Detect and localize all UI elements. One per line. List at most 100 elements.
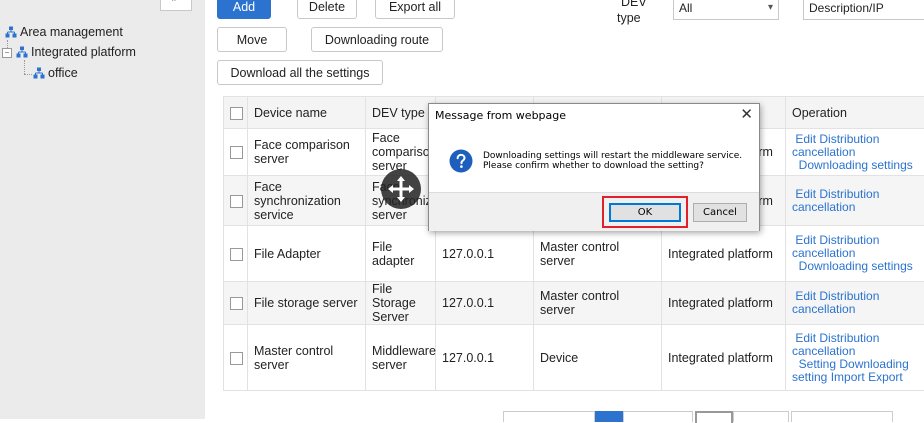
downloading-link[interactable]: Downloading bbox=[839, 357, 908, 371]
setting-link-2[interactable]: setting bbox=[792, 370, 827, 384]
tree-item-area-management[interactable]: Area management bbox=[5, 25, 123, 39]
area-cell: Integrated platform bbox=[662, 282, 786, 325]
row-checkbox[interactable] bbox=[230, 248, 243, 261]
cancellation-link[interactable]: cancellation bbox=[792, 145, 855, 159]
search-field-select[interactable]: Description/IP ▾ bbox=[803, 0, 924, 20]
add-button[interactable]: Add bbox=[217, 0, 271, 19]
dev-type-cell: File Storage Server bbox=[366, 282, 436, 325]
column-header-operation: Operation bbox=[786, 97, 924, 129]
sidebar: ⇤ Area management − Integrated platform … bbox=[0, 0, 205, 419]
tree-connector bbox=[24, 60, 25, 74]
export-all-button[interactable]: Export all bbox=[375, 0, 455, 19]
distribution-link[interactable]: Distribution bbox=[819, 233, 879, 247]
move-cursor-icon bbox=[380, 168, 422, 210]
cancellation-link[interactable]: cancellation bbox=[792, 344, 855, 358]
distribution-link[interactable]: Distribution bbox=[819, 331, 879, 345]
chevron-down-icon: ▾ bbox=[768, 2, 773, 13]
collapse-sidebar-button[interactable]: ⇤ bbox=[160, 0, 192, 11]
dialog-message-line2: Please confirm whether to download the s… bbox=[483, 161, 753, 171]
edit-link[interactable]: Edit bbox=[795, 331, 816, 345]
pagination-page-input[interactable] bbox=[695, 411, 733, 423]
downloading-settings-link[interactable]: Downloading settings bbox=[799, 158, 913, 172]
distribution-link[interactable]: Distribution bbox=[819, 289, 879, 303]
device-name-cell: File storage server bbox=[248, 282, 366, 325]
table-row: File Adapter File adapter 127.0.0.1 Mast… bbox=[224, 226, 924, 282]
dev-type-label: DEV bbox=[621, 0, 647, 9]
tree-expander-icon[interactable]: − bbox=[2, 48, 12, 58]
row-checkbox[interactable] bbox=[230, 297, 243, 310]
cancellation-link[interactable]: cancellation bbox=[792, 200, 855, 214]
search-field-value: Description/IP bbox=[809, 1, 884, 15]
downloading-settings-link[interactable]: Downloading settings bbox=[799, 259, 913, 273]
dialog-message: Downloading settings will restart the mi… bbox=[483, 151, 753, 171]
dev-type-value: All bbox=[679, 1, 692, 15]
dialog-body: Downloading settings will restart the mi… bbox=[429, 127, 759, 189]
operation-cell: Edit Distribution cancellation bbox=[786, 282, 924, 325]
parent-cell: Master control server bbox=[534, 282, 662, 325]
network-icon bbox=[33, 67, 45, 79]
import-link[interactable]: Import bbox=[831, 370, 865, 384]
device-name-cell: Master control server bbox=[248, 325, 366, 391]
row-checkbox[interactable] bbox=[230, 146, 243, 159]
pagination-prev[interactable] bbox=[503, 411, 595, 422]
ip-cell: 127.0.0.1 bbox=[436, 226, 534, 282]
row-checkbox[interactable] bbox=[230, 195, 243, 208]
ok-button-highlight bbox=[602, 196, 688, 228]
select-all-checkbox[interactable] bbox=[230, 107, 243, 120]
tree-label: Area management bbox=[20, 25, 123, 39]
dev-type-cell: File adapter bbox=[366, 226, 436, 282]
distribution-link[interactable]: Distribution bbox=[819, 132, 879, 146]
column-header-dev-type[interactable]: DEV type bbox=[366, 97, 436, 129]
tree-item-integrated-platform[interactable]: Integrated platform bbox=[16, 45, 136, 59]
delete-button[interactable]: Delete bbox=[297, 0, 357, 19]
ip-cell: 127.0.0.1 bbox=[436, 282, 534, 325]
download-all-settings-button[interactable]: Download all the settings bbox=[217, 60, 383, 85]
operation-cell: Edit Distribution cancellation Downloadi… bbox=[786, 226, 924, 282]
tree-connector bbox=[24, 74, 32, 75]
ip-cell: 127.0.0.1 bbox=[436, 325, 534, 391]
dialog-message-line1: Downloading settings will restart the mi… bbox=[483, 151, 753, 161]
area-cell: Integrated platform bbox=[662, 226, 786, 282]
operation-cell: Edit Distribution cancellation Downloadi… bbox=[786, 129, 924, 176]
cancellation-link[interactable]: cancellation bbox=[792, 246, 855, 260]
dev-type-label-2: type bbox=[617, 11, 641, 25]
distribution-link[interactable]: Distribution bbox=[819, 187, 879, 201]
edit-link[interactable]: Edit bbox=[795, 289, 816, 303]
parent-cell: Master control server bbox=[534, 226, 662, 282]
close-icon[interactable]: ✕ bbox=[740, 105, 753, 123]
cancellation-link[interactable]: cancellation bbox=[792, 302, 855, 316]
network-icon bbox=[5, 26, 17, 38]
device-name-cell: Face comparison server bbox=[248, 129, 366, 176]
edit-link[interactable]: Edit bbox=[795, 233, 816, 247]
network-icon bbox=[16, 46, 28, 58]
table-row: Master control server Middleware server … bbox=[224, 325, 924, 391]
dev-type-cell: Middleware server bbox=[366, 325, 436, 391]
operation-cell: Edit Distribution cancellation bbox=[786, 176, 924, 226]
move-button[interactable]: Move bbox=[217, 27, 287, 52]
pagination-next[interactable] bbox=[623, 411, 693, 422]
parent-cell: Device bbox=[534, 325, 662, 391]
edit-link[interactable]: Edit bbox=[795, 132, 816, 146]
pagination-size[interactable] bbox=[791, 411, 893, 422]
downloading-route-button[interactable]: Downloading route bbox=[311, 27, 443, 52]
tree-label: office bbox=[48, 66, 78, 80]
pagination-go[interactable] bbox=[733, 411, 789, 422]
column-header-device-name[interactable]: Device name bbox=[248, 97, 366, 129]
dev-type-select[interactable]: All ▾ bbox=[673, 0, 779, 20]
edit-link[interactable]: Edit bbox=[795, 187, 816, 201]
tree-item-office[interactable]: office bbox=[33, 66, 78, 80]
pagination-current-page[interactable] bbox=[595, 411, 623, 422]
cancel-button[interactable]: Cancel bbox=[693, 203, 747, 222]
dialog-footer: OK Cancel bbox=[429, 192, 759, 231]
confirm-dialog: Message from webpage ✕ Downloading setti… bbox=[428, 103, 760, 231]
device-name-cell: Face synchronization service bbox=[248, 176, 366, 226]
setting-link[interactable]: Setting bbox=[799, 357, 836, 371]
tree-label: Integrated platform bbox=[31, 45, 136, 59]
row-checkbox[interactable] bbox=[230, 352, 243, 365]
export-link[interactable]: Export bbox=[868, 370, 903, 384]
area-cell: Integrated platform bbox=[662, 325, 786, 391]
table-row: File storage server File Storage Server … bbox=[224, 282, 924, 325]
dialog-title: Message from webpage bbox=[435, 109, 566, 122]
operation-cell: Edit Distribution cancellation Setting D… bbox=[786, 325, 924, 391]
device-name-cell: File Adapter bbox=[248, 226, 366, 282]
